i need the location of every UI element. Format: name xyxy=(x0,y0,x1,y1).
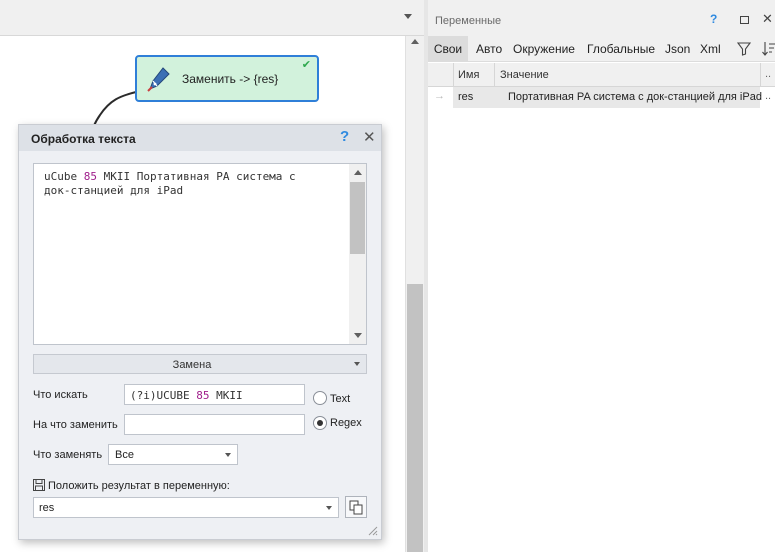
tab-auto[interactable]: Авто xyxy=(476,42,502,56)
tab-global[interactable]: Глобальные xyxy=(587,42,655,56)
toolbar-dropdown-arrow-icon[interactable] xyxy=(404,14,412,19)
scrollbar-thumb[interactable] xyxy=(407,284,423,552)
find-label: Что искать xyxy=(33,389,88,401)
text-processing-dialog: Обработка текста ? ✕ uCube 85 MKII Порта… xyxy=(18,124,382,540)
pen-nib-icon xyxy=(147,67,170,92)
table-row[interactable]: → res Портативная PA система с док-станц… xyxy=(428,87,775,108)
text-line1-part-b: MKII Портативная PA система с xyxy=(97,170,296,183)
find-pattern-prefix: (?i)UCUBE xyxy=(130,389,197,402)
floppy-disk-icon xyxy=(33,479,45,491)
column-divider[interactable] xyxy=(494,63,495,87)
operation-mode-select[interactable]: Замена xyxy=(33,354,367,374)
close-icon[interactable]: ✕ xyxy=(762,11,773,27)
action-node-replace[interactable]: Заменить -> {res} ✔ xyxy=(135,55,319,102)
radio-regex-label[interactable]: Regex xyxy=(330,417,362,429)
tab-environment[interactable]: Окружение xyxy=(513,42,575,56)
what-to-replace-select[interactable]: Все xyxy=(108,444,238,465)
help-icon[interactable]: ? xyxy=(340,128,349,145)
column-more-header[interactable]: .. xyxy=(765,68,771,80)
variables-table-header: Имя Значение .. xyxy=(428,63,775,87)
find-pattern-input[interactable]: (?i)UCUBE 85 MKII xyxy=(124,384,305,405)
tab-own[interactable]: Свои xyxy=(428,36,468,62)
text-line1-part-a: uCube xyxy=(44,170,84,183)
variables-panel: Переменные ? ✕ Свои Авто Окружение Глоба… xyxy=(424,0,775,552)
row-value: Портативная PA система с док-станцией дл… xyxy=(508,91,762,103)
result-variable-select[interactable]: res xyxy=(33,497,339,518)
dialog-header[interactable]: Обработка текста ? ✕ xyxy=(19,125,381,151)
chevron-down-icon xyxy=(225,453,231,457)
result-variable-value: res xyxy=(39,502,55,514)
scroll-up-arrow-icon[interactable] xyxy=(354,170,362,175)
chevron-down-icon xyxy=(326,506,332,510)
find-pattern-suffix: MKII xyxy=(209,389,243,402)
tab-xml[interactable]: Xml xyxy=(700,42,721,56)
help-icon[interactable]: ? xyxy=(710,12,717,26)
column-divider[interactable] xyxy=(453,63,454,87)
sort-icon[interactable] xyxy=(762,41,775,57)
node-label: Заменить -> {res} xyxy=(182,72,279,86)
variables-panel-header: Переменные ? ✕ xyxy=(428,0,775,36)
text-line1-number: 85 xyxy=(83,170,97,183)
row-arrow-icon: → xyxy=(434,90,445,102)
filter-icon[interactable] xyxy=(737,42,751,56)
chevron-down-icon xyxy=(354,362,360,366)
row-name: res xyxy=(458,91,474,103)
operation-mode-value: Замена xyxy=(172,359,212,371)
replace-label: На что заменить xyxy=(33,419,118,431)
row-more-button[interactable]: .. xyxy=(765,90,771,102)
what-to-replace-value: Все xyxy=(115,449,134,461)
text-line2: док-станцией для iPad xyxy=(44,184,184,197)
input-text-area[interactable]: uCube 85 MKII Портативная PA система с д… xyxy=(33,163,367,345)
scrollbar-thumb[interactable] xyxy=(350,182,365,254)
replace-with-input[interactable] xyxy=(124,414,305,435)
row-value-cell[interactable]: Портативная PA система с док-станцией дл… xyxy=(494,87,762,108)
resize-grip-icon[interactable] xyxy=(366,524,378,536)
column-name-header[interactable]: Имя xyxy=(458,69,479,81)
scroll-down-arrow-icon[interactable] xyxy=(354,333,362,338)
tab-json[interactable]: Json xyxy=(665,42,690,56)
row-name-cell[interactable]: res xyxy=(453,87,494,108)
close-icon[interactable]: ✕ xyxy=(363,128,376,146)
canvas-toolbar xyxy=(0,0,424,36)
radio-text[interactable] xyxy=(313,391,327,405)
radio-regex[interactable] xyxy=(313,416,327,430)
variables-panel-title: Переменные xyxy=(435,15,502,27)
copy-icon xyxy=(349,500,363,515)
find-pattern-value: (?i)UCUBE 85 MKII xyxy=(130,389,243,402)
checkmark-icon: ✔ xyxy=(301,59,311,71)
canvas-vertical-scrollbar[interactable] xyxy=(405,36,424,552)
what-to-replace-label: Что заменять xyxy=(33,449,103,461)
scroll-up-arrow-icon[interactable] xyxy=(411,39,419,44)
maximize-icon[interactable] xyxy=(740,16,749,24)
input-text-content: uCube 85 MKII Портативная PA система с д… xyxy=(44,170,340,198)
dialog-title: Обработка текста xyxy=(31,132,136,146)
text-area-scrollbar[interactable] xyxy=(349,164,366,344)
variables-tabs: Свои Авто Окружение Глобальные Json Xml xyxy=(428,36,775,62)
tab-own-label: Свои xyxy=(433,42,463,56)
column-divider[interactable] xyxy=(760,63,761,87)
result-variable-label: Положить результат в переменную: xyxy=(48,480,230,492)
find-pattern-number: 85 xyxy=(196,389,210,402)
column-value-header[interactable]: Значение xyxy=(500,69,549,81)
copy-button[interactable] xyxy=(345,496,367,518)
radio-text-label[interactable]: Text xyxy=(330,393,350,405)
